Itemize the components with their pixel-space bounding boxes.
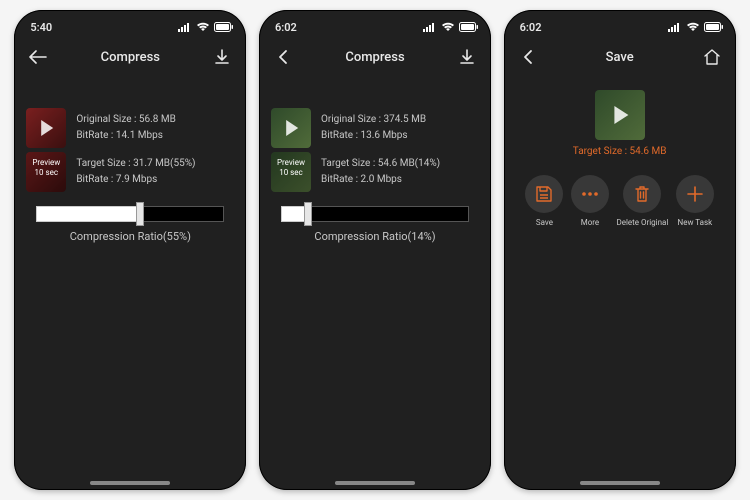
slider-track [281,206,469,222]
slider-track [36,206,224,222]
original-bitrate-label: BitRate : 14.1 Mbps [76,128,176,144]
action-more-label: More [581,218,599,227]
original-row: Original Size : 56.8 MB BitRate : 14.1 M… [26,108,234,148]
play-icon [42,120,54,136]
original-thumbnail[interactable] [271,108,311,148]
status-indicators [668,22,724,32]
save-button[interactable] [525,175,563,213]
signal-icon [178,22,192,32]
compression-ratio-label: Compression Ratio(14%) [271,230,479,243]
home-button[interactable] [702,47,722,67]
action-more: More [571,175,609,227]
target-size-label: Target Size : 31.7 MB(55%) [76,156,195,172]
download-icon [214,49,230,65]
action-newtask-label: New Task [678,218,713,227]
battery-icon [704,22,724,32]
home-icon [703,49,721,65]
back-button[interactable] [273,47,293,67]
original-size-label: Original Size : 56.8 MB [76,112,176,128]
nav-bar: Compress [14,40,246,74]
content-area: Target Size : 54.6 MB Save More [504,74,736,227]
target-info: Target Size : 31.7 MB(55%) BitRate : 7.9… [76,156,195,188]
status-time: 5:40 [30,21,52,34]
original-row: Original Size : 374.5 MB BitRate : 13.6 … [271,108,479,148]
dots-icon [581,191,599,197]
home-indicator[interactable] [580,481,660,485]
status-time: 6:02 [275,21,297,34]
status-indicators [178,22,234,32]
wifi-icon [686,22,700,32]
target-bitrate-label: BitRate : 2.0 Mbps [321,172,440,188]
slider-thumb[interactable] [304,202,312,226]
phone-screen-compress-2: 6:02 Compress Original S [259,10,491,490]
more-button[interactable] [571,175,609,213]
delete-original-button[interactable] [623,175,661,213]
signal-icon [423,22,437,32]
battery-icon [214,22,234,32]
status-bar: 6:02 [504,10,736,40]
compression-ratio-label: Compression Ratio(55%) [26,230,234,243]
compression-slider[interactable] [281,206,469,222]
action-new-task: New Task [676,175,714,227]
chevron-left-icon [277,49,289,65]
preview-overlay: Preview 10 sec [26,152,66,192]
action-delete-original: Delete Original [616,175,668,227]
nav-bar: Compress [259,40,491,74]
back-button[interactable] [28,47,48,67]
action-delete-label: Delete Original [616,218,668,227]
target-row: Preview 10 sec Target Size : 31.7 MB(55%… [26,152,234,192]
status-bar: 5:40 [14,10,246,40]
phone-screen-save: 6:02 Save Target Size : 54.6 MB [504,10,736,490]
preview-overlay-line2: 10 sec [35,168,59,177]
action-row: Save More Delete Original [516,175,724,227]
preview-overlay-line2: 10 sec [279,168,303,177]
original-thumbnail[interactable] [26,108,66,148]
download-button[interactable] [457,47,477,67]
wifi-icon [196,22,210,32]
home-indicator[interactable] [90,481,170,485]
slider-fill [36,206,140,222]
target-row: Preview 10 sec Target Size : 54.6 MB(14%… [271,152,479,192]
plus-icon [686,185,704,203]
result-thumbnail[interactable] [595,90,645,140]
play-icon [286,120,298,136]
action-save-label: Save [536,218,553,227]
target-bitrate-label: BitRate : 7.9 Mbps [76,172,195,188]
original-bitrate-label: BitRate : 13.6 Mbps [321,128,426,144]
action-save: Save [525,175,563,227]
signal-icon [668,22,682,32]
battery-icon [459,22,479,32]
chevron-left-icon [522,49,534,65]
original-info: Original Size : 56.8 MB BitRate : 14.1 M… [76,112,176,144]
target-info: Target Size : 54.6 MB(14%) BitRate : 2.0… [321,156,440,188]
wifi-icon [441,22,455,32]
content-area: Original Size : 56.8 MB BitRate : 14.1 M… [14,74,246,243]
preview-overlay: Preview 10 sec [271,152,311,192]
download-button[interactable] [212,47,232,67]
original-info: Original Size : 374.5 MB BitRate : 13.6 … [321,112,426,144]
original-size-label: Original Size : 374.5 MB [321,112,426,128]
status-time: 6:02 [520,21,542,34]
preview-thumbnail[interactable]: Preview 10 sec [271,152,311,192]
save-target-size-label: Target Size : 54.6 MB [516,146,724,157]
back-button[interactable] [518,47,538,67]
phone-screen-compress-1: 5:40 Compress Original S [14,10,246,490]
compression-slider[interactable] [36,206,224,222]
slider-thumb[interactable] [136,202,144,226]
content-area: Original Size : 374.5 MB BitRate : 13.6 … [259,74,491,243]
nav-bar: Save [504,40,736,74]
home-indicator[interactable] [335,481,415,485]
save-icon [535,185,553,203]
trash-icon [634,185,650,203]
new-task-button[interactable] [676,175,714,213]
preview-overlay-line1: Preview [277,158,305,167]
back-arrow-icon [29,50,47,64]
preview-thumbnail[interactable]: Preview 10 sec [26,152,66,192]
target-size-label: Target Size : 54.6 MB(14%) [321,156,440,172]
download-icon [459,49,475,65]
status-bar: 6:02 [259,10,491,40]
play-icon [614,106,628,124]
preview-overlay-line1: Preview [32,158,60,167]
status-indicators [423,22,479,32]
